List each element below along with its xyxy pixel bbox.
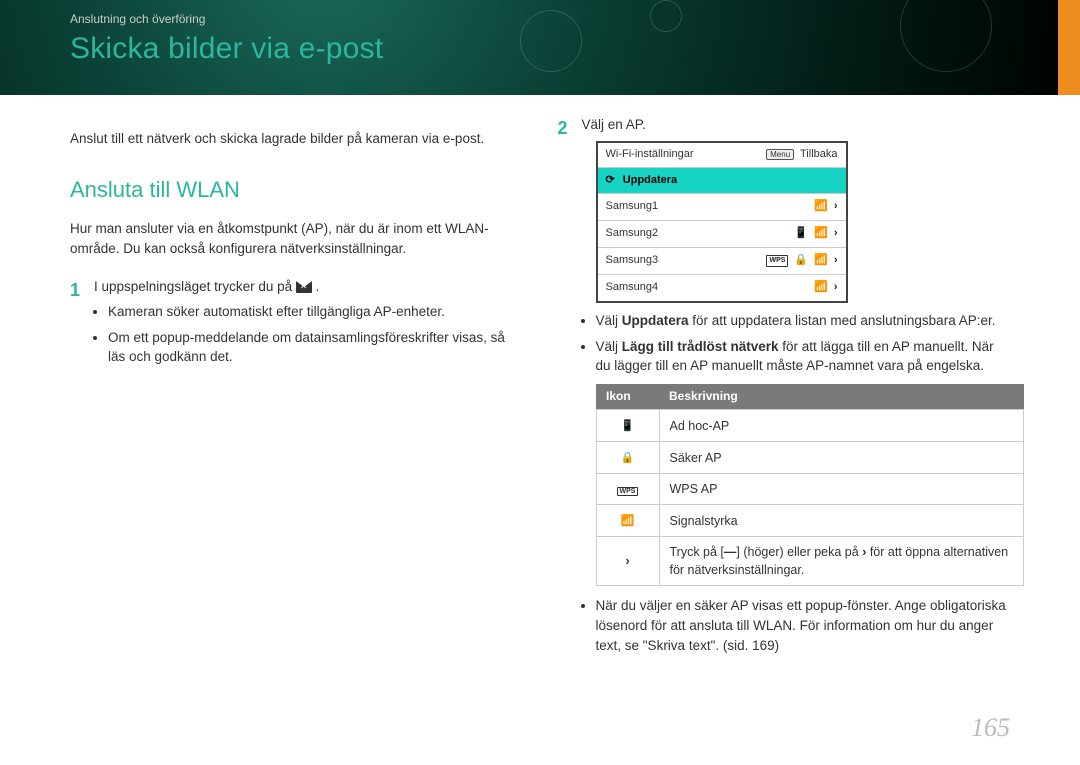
table-row: Ad hoc-AP xyxy=(596,410,1024,442)
cell-desc: Ad hoc-AP xyxy=(659,410,1024,442)
bullet: Välj Uppdatera för att uppdatera listan … xyxy=(596,311,1011,331)
wifi-panel-title: Wi-Fi-inställningar xyxy=(606,147,694,163)
intro-text: Anslut till ett nätverk och skicka lagra… xyxy=(70,129,523,149)
ap-name: Samsung3 xyxy=(606,253,659,269)
cell-icon xyxy=(596,410,659,442)
cell-desc: Tryck på [—] (höger) eller peka på › för… xyxy=(659,537,1024,586)
section-heading: Ansluta till WLAN xyxy=(70,174,523,206)
left-column: Anslut till ett nätverk och skicka lagra… xyxy=(70,115,523,661)
cell-desc: Signalstyrka xyxy=(659,505,1024,537)
th-icon: Ikon xyxy=(596,384,659,410)
wifi-update-row[interactable]: ⟳ Uppdatera xyxy=(598,167,846,194)
decor-bubble xyxy=(520,10,582,72)
cell-icon: WPS xyxy=(596,474,659,505)
ap-name: Samsung4 xyxy=(606,280,659,296)
bullet: Välj Lägg till trådlöst nätverk för att … xyxy=(596,337,1011,376)
cell-icon xyxy=(596,505,659,537)
page-number: 165 xyxy=(971,713,1010,743)
right-column: 2 Välj en AP. Wi-Fi-inställningar Menu T… xyxy=(558,115,1011,661)
back-label: Tillbaka xyxy=(800,148,838,160)
update-label: Uppdatera xyxy=(623,174,677,186)
header-band: Anslutning och överföring Skicka bilder … xyxy=(0,0,1080,95)
step-1-text-a: I uppspelningsläget trycker du på xyxy=(94,279,296,294)
table-row: Säker AP xyxy=(596,442,1024,474)
wifi-update-content: ⟳ Uppdatera xyxy=(606,173,678,189)
wifi-panel-header: Wi-Fi-inställningar Menu Tillbaka xyxy=(598,143,846,167)
chevron-right-icon: › xyxy=(834,253,838,269)
step-1-bullets: Kameran söker automatiskt efter tillgäng… xyxy=(94,302,523,367)
wifi-signal-icon xyxy=(814,199,828,215)
step-1: 1 I uppspelningsläget trycker du på . Ka… xyxy=(70,277,523,373)
step-2-text: Välj en AP. xyxy=(582,117,646,132)
adhoc-icon xyxy=(794,226,808,242)
wps-icon: WPS xyxy=(766,255,788,267)
bullet: Om ett popup-meddelande om datainsamling… xyxy=(108,328,523,367)
chevron-right-icon: › xyxy=(834,199,838,215)
wifi-ap-row[interactable]: Samsung1 › xyxy=(598,193,846,220)
menu-button-label: Menu xyxy=(766,149,794,160)
ap-icons: › xyxy=(794,226,837,242)
adhoc-icon xyxy=(621,418,635,432)
cell-icon xyxy=(596,442,659,474)
decor-bubble xyxy=(650,0,682,32)
wifi-signal-icon xyxy=(814,280,828,296)
wifi-signal-icon xyxy=(621,513,635,527)
lock-icon xyxy=(621,450,635,464)
ap-name: Samsung1 xyxy=(606,199,659,215)
bullet: Kameran söker automatiskt efter tillgäng… xyxy=(108,302,523,322)
chevron-right-icon: › xyxy=(625,554,629,568)
ap-icons: › xyxy=(814,199,837,215)
cell-desc: Säker AP xyxy=(659,442,1024,474)
cell-icon: › xyxy=(596,537,659,586)
section-tab xyxy=(1058,0,1080,95)
table-row: Signalstyrka xyxy=(596,505,1024,537)
wifi-settings-panel: Wi-Fi-inställningar Menu Tillbaka ⟳ Uppd… xyxy=(596,141,848,304)
table-header-row: Ikon Beskrivning xyxy=(596,384,1024,410)
wifi-panel-back: Menu Tillbaka xyxy=(766,147,837,163)
ap-icons: › xyxy=(814,280,837,296)
table-row: WPS WPS AP xyxy=(596,474,1024,505)
refresh-icon: ⟳ xyxy=(606,174,615,186)
wps-icon: WPS xyxy=(617,487,639,496)
step-number: 2 xyxy=(558,115,572,661)
ap-icons: WPS › xyxy=(766,253,837,269)
wifi-signal-icon xyxy=(814,226,828,242)
step-number: 1 xyxy=(70,277,84,373)
content-area: Anslut till ett nätverk och skicka lagra… xyxy=(70,115,1010,661)
dash-icon: — xyxy=(724,545,737,559)
chevron-right-icon: › xyxy=(834,226,838,242)
th-desc: Beskrivning xyxy=(659,384,1024,410)
bullet: När du väljer en säker AP visas ett popu… xyxy=(596,596,1011,655)
step-1-body: I uppspelningsläget trycker du på . Kame… xyxy=(94,277,523,373)
icon-legend-table: Ikon Beskrivning Ad hoc-AP Säker AP WPS … xyxy=(596,384,1025,587)
post-panel-bullets: Välj Uppdatera för att uppdatera listan … xyxy=(582,311,1011,376)
step-2-body: Välj en AP. Wi-Fi-inställningar Menu Til… xyxy=(582,115,1011,661)
chevron-right-icon: › xyxy=(834,280,838,296)
wifi-ap-row[interactable]: Samsung2 › xyxy=(598,220,846,247)
step-2: 2 Välj en AP. Wi-Fi-inställningar Menu T… xyxy=(558,115,1011,661)
wifi-signal-icon xyxy=(814,253,828,269)
table-row: › Tryck på [—] (höger) eller peka på › f… xyxy=(596,537,1024,586)
wifi-ap-row[interactable]: Samsung3 WPS › xyxy=(598,247,846,274)
ap-name: Samsung2 xyxy=(606,226,659,242)
section-description: Hur man ansluter via en åtkomstpunkt (AP… xyxy=(70,219,523,258)
email-icon xyxy=(296,281,312,293)
final-bullets: När du väljer en säker AP visas ett popu… xyxy=(582,596,1011,655)
cell-desc: WPS AP xyxy=(659,474,1024,505)
wifi-ap-row[interactable]: Samsung4 › xyxy=(598,274,846,301)
step-1-text-b: . xyxy=(316,279,320,294)
lock-icon xyxy=(794,253,808,269)
